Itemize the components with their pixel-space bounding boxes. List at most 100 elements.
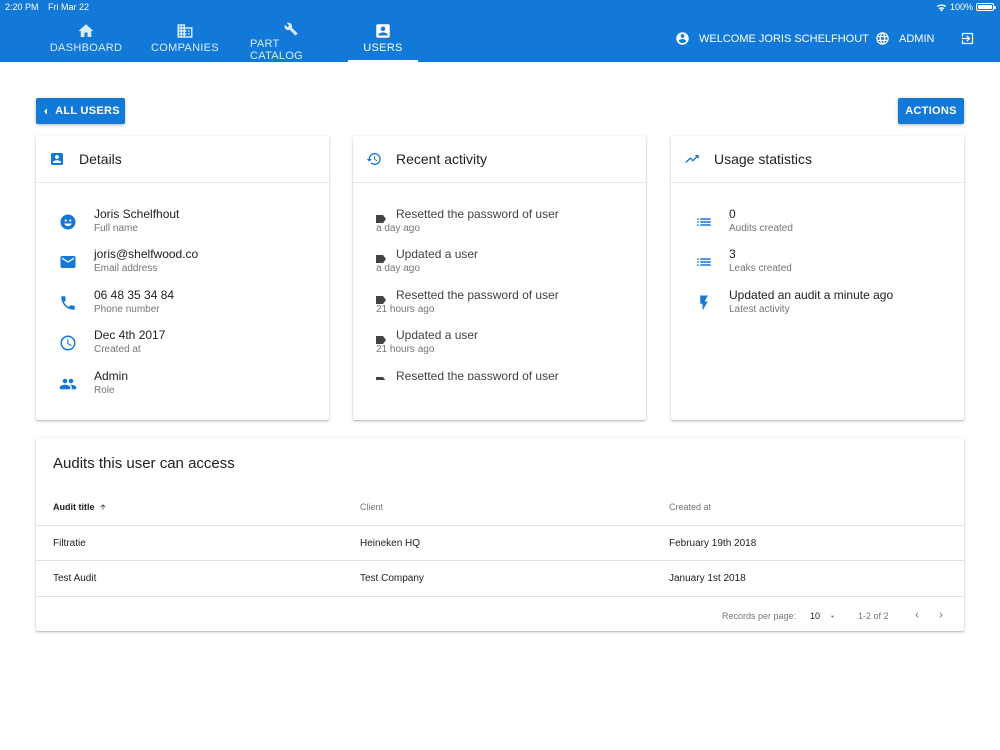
- detail-label: Created at: [94, 344, 141, 355]
- detail-label: Email address: [94, 263, 158, 274]
- app-bar: 2:20 PM Fri Mar 22 100% DASHBOARD COMPAN…: [0, 0, 1000, 62]
- wrench-icon: [284, 22, 298, 36]
- label-icon: [376, 336, 386, 344]
- detail-value: Dec 4th 2017: [94, 328, 166, 342]
- building-icon: [177, 24, 193, 38]
- phone-icon: [61, 296, 75, 310]
- stat-value: 0: [729, 207, 736, 221]
- previous-page-button[interactable]: [912, 610, 922, 622]
- column-header-client[interactable]: Client: [360, 502, 383, 512]
- chevron-left-icon: [915, 612, 919, 618]
- details-header: Details: [36, 136, 329, 183]
- table-row[interactable]: Filtratie Heineken HQ February 19th 2018: [36, 526, 964, 560]
- divider: [36, 596, 964, 597]
- battery-percent: 100%: [949, 2, 973, 12]
- column-header-created-at[interactable]: Created at: [669, 502, 711, 512]
- cell-created-at: February 19th 2018: [669, 538, 757, 549]
- all-users-button[interactable]: ALL USERS: [36, 98, 125, 124]
- globe-icon: [876, 32, 889, 45]
- detail-value: Admin: [94, 369, 129, 383]
- status-right: 100%: [936, 2, 996, 12]
- recent-activity-card: Recent activity Resetted the password of…: [353, 136, 646, 420]
- role-label: ADMIN: [899, 32, 935, 45]
- label-icon: [376, 377, 386, 380]
- records-per-page-value: 10: [810, 611, 821, 621]
- tab-users[interactable]: USERS: [348, 14, 418, 62]
- activity-list[interactable]: Resetted the password of user a day ago …: [353, 184, 646, 380]
- label-icon: [376, 296, 386, 304]
- table-row[interactable]: Test Audit Test Company January 1st 2018: [36, 561, 964, 595]
- cell-client: Test Company: [360, 573, 424, 584]
- stat-label: Latest activity: [729, 304, 790, 315]
- welcome-user[interactable]: WELCOME JORIS SCHELFHOUT: [675, 31, 869, 46]
- role-menu[interactable]: ADMIN: [875, 31, 934, 46]
- tab-companies-label: COMPANIES: [151, 42, 219, 54]
- records-per-page-select[interactable]: 10: [810, 611, 837, 621]
- detail-value: 06 48 35 34 84: [94, 288, 175, 302]
- cell-audit-title: Filtratie: [53, 538, 86, 549]
- details-card: Details Joris Schelfhout Full name joris…: [36, 136, 329, 420]
- details-title: Details: [79, 151, 122, 167]
- audits-title: Audits this user can access: [53, 455, 235, 472]
- dropdown-arrow-icon: [830, 615, 835, 618]
- people-icon: [59, 378, 77, 390]
- all-users-label: ALL USERS: [55, 105, 120, 117]
- arrow-up-icon: [99, 504, 106, 510]
- status-bar: 2:20 PM Fri Mar 22 100%: [0, 0, 1000, 14]
- tab-dashboard-label: DASHBOARD: [49, 42, 123, 54]
- activity-text: Resetted the password of user: [396, 288, 559, 302]
- detail-label: Role: [94, 385, 115, 396]
- mail-icon: [60, 256, 76, 268]
- face-icon: [60, 214, 76, 230]
- usage-header: Usage statistics: [671, 136, 964, 183]
- audits-card: Audits this user can access Audit title …: [36, 438, 964, 631]
- status-time: 2:20 PM: [5, 2, 39, 12]
- status-date: Fri Mar 22: [48, 2, 90, 12]
- tab-part-catalog-label: PART CATALOG: [250, 38, 304, 62]
- activity-time: a day ago: [376, 263, 420, 274]
- stat-label: Leaks created: [729, 263, 792, 274]
- column-header-label: Audit title: [53, 502, 95, 512]
- activity-title: Recent activity: [396, 151, 488, 167]
- usage-title: Usage statistics: [714, 151, 813, 167]
- list-icon: [697, 218, 711, 226]
- trending-up-icon: [685, 155, 699, 163]
- activity-time: a day ago: [376, 223, 420, 234]
- column-header-label: Created at: [669, 502, 712, 512]
- tab-users-label: USERS: [363, 42, 403, 54]
- tab-part-catalog[interactable]: PART CATALOG: [250, 14, 332, 62]
- next-page-button[interactable]: [936, 610, 946, 622]
- clock-icon: [60, 335, 76, 351]
- actions-label: ACTIONS: [905, 105, 957, 117]
- wifi-icon: [936, 4, 947, 12]
- detail-value: joris@shelfwood.co: [94, 247, 199, 261]
- user-badge-icon: [376, 24, 390, 38]
- label-icon: [376, 215, 386, 223]
- history-icon: [366, 153, 381, 165]
- logout-icon: [961, 32, 974, 45]
- activity-text: Resetted the password of user: [396, 369, 559, 380]
- tab-dashboard[interactable]: DASHBOARD: [49, 14, 123, 62]
- stat-value: Updated an audit a minute ago: [729, 288, 894, 302]
- battery-icon: [976, 3, 996, 11]
- actions-button[interactable]: ACTIONS: [898, 98, 964, 124]
- chevron-right-icon: [939, 612, 943, 618]
- tab-companies[interactable]: COMPANIES: [151, 14, 219, 62]
- detail-label: Phone number: [94, 304, 160, 315]
- activity-time: 21 hours ago: [376, 304, 435, 315]
- logout-button[interactable]: [960, 31, 975, 51]
- column-header-audit-title[interactable]: Audit title: [53, 502, 107, 512]
- cell-client: Heineken HQ: [360, 538, 421, 549]
- activity-header: Recent activity: [353, 136, 646, 183]
- stat-label: Audits created: [729, 223, 793, 234]
- cell-audit-title: Test Audit: [53, 573, 97, 584]
- activity-text: Resetted the password of user: [396, 207, 559, 221]
- bolt-icon: [700, 295, 708, 311]
- list-icon: [697, 258, 711, 266]
- activity-time: 21 hours ago: [376, 344, 435, 355]
- home-icon: [78, 24, 94, 37]
- stat-value: 3: [729, 247, 736, 261]
- label-icon: [376, 255, 386, 263]
- column-header-label: Client: [360, 502, 384, 512]
- records-per-page-label: Records per page:: [722, 611, 797, 621]
